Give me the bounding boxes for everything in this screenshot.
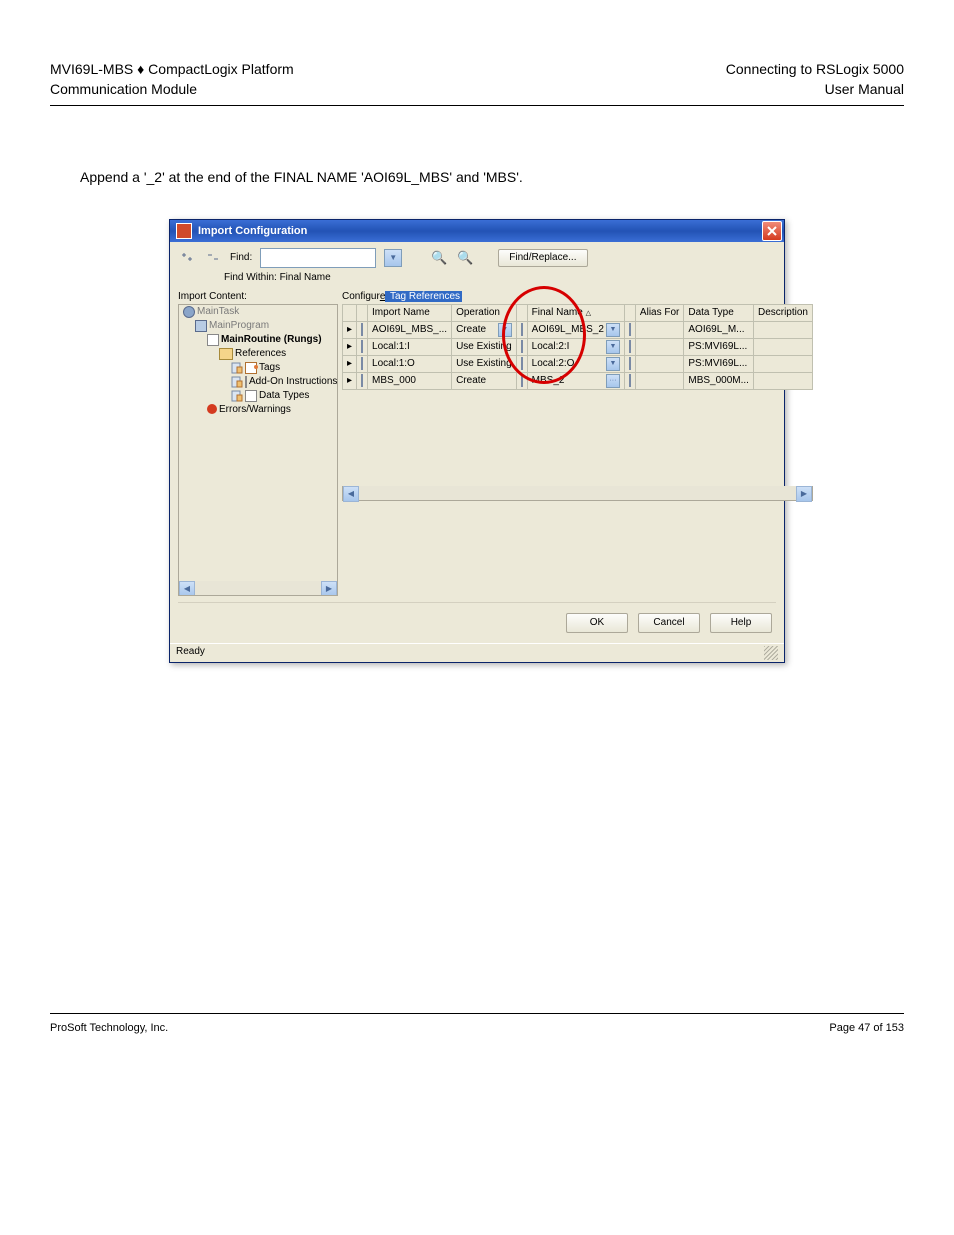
clipboard-icon (231, 376, 243, 388)
tree-scroll-right[interactable]: ▶ (321, 581, 337, 596)
clipboard-icon (231, 390, 243, 402)
find-replace-button[interactable]: Find/Replace... (498, 249, 587, 267)
row-icon (361, 323, 363, 336)
footer-right: Page 47 of 153 (829, 1022, 904, 1034)
tree-datatypes[interactable]: Data Types (229, 389, 337, 403)
configure-tag-references-label: Configure Tag References (342, 291, 813, 302)
grid-horizontal-scrollbar[interactable]: ◀ ▶ (342, 486, 813, 501)
find-label: Find: (230, 252, 252, 263)
dropdown-arrow-icon[interactable]: ▼ (498, 323, 512, 337)
tree-errors[interactable]: Errors/Warnings (205, 403, 337, 416)
tree-maintask[interactable]: MainTask (181, 305, 337, 319)
col-final-name[interactable]: Final Name △ (527, 304, 624, 321)
col-description[interactable]: Description (753, 304, 812, 321)
header-left-line1: MVI69L-MBS ♦ CompactLogix Platform (50, 60, 294, 80)
final-name-cell[interactable]: Local:2:O (532, 358, 575, 369)
col-import-name[interactable]: Import Name (368, 304, 452, 321)
close-button[interactable] (762, 221, 782, 241)
import-content-label: Import Content: (178, 291, 338, 302)
header-left-line2: Communication Module (50, 80, 294, 100)
grid-row[interactable]: ▸ Local:1:I Use Existing Local:2:I▼ PS:M… (343, 338, 813, 355)
resize-grip-icon[interactable] (764, 646, 778, 660)
datatype-icon (245, 390, 257, 402)
grid-row[interactable]: ▸ MBS_000 Create MBS_2··· MBS_000M... (343, 372, 813, 389)
tree-addon[interactable]: Add-On Instructions (229, 375, 337, 389)
collapse-all-icon[interactable] (204, 249, 222, 267)
footer-divider (50, 1013, 904, 1014)
folder-icon (219, 348, 233, 360)
grid-row[interactable]: ▸ Local:1:O Use Existing Local:2:O▼ PS:M… (343, 355, 813, 372)
find-next-icon[interactable]: 🔍 (430, 249, 448, 267)
clipboard-icon (231, 362, 243, 374)
cancel-button[interactable]: Cancel (638, 613, 700, 633)
import-content-tree[interactable]: MainTask MainProgram MainRoutine (Rungs)… (178, 304, 338, 596)
row-icon (361, 374, 363, 387)
status-text: Ready (176, 646, 205, 660)
find-dropdown-arrow[interactable]: ▼ (384, 249, 402, 267)
ok-button[interactable]: OK (566, 613, 628, 633)
dropdown-arrow-icon[interactable]: ▼ (606, 323, 620, 337)
row-icon (521, 340, 523, 353)
close-icon (767, 226, 777, 236)
final-name-cell[interactable]: AOI69L_MBS_2 (532, 324, 604, 335)
footer-left: ProSoft Technology, Inc. (50, 1022, 168, 1034)
tree-mainroutine[interactable]: MainRoutine (Rungs) (205, 333, 337, 347)
help-button[interactable]: Help (710, 613, 772, 633)
tree-mainprogram[interactable]: MainProgram (193, 319, 337, 333)
row-icon (629, 323, 631, 336)
grid-row[interactable]: ▸ AOI69L_MBS_... Create▼ AOI69L_MBS_2▼ A… (343, 321, 813, 338)
scroll-right[interactable]: ▶ (796, 486, 812, 502)
row-icon (629, 340, 631, 353)
tag-icon (245, 362, 257, 374)
tree-scroll-left[interactable]: ◀ (179, 581, 195, 596)
row-icon (521, 357, 523, 370)
row-icon (521, 374, 523, 387)
col-operation[interactable]: Operation (452, 304, 517, 321)
dialog-title: Import Configuration (198, 225, 307, 237)
find-input[interactable] (260, 248, 376, 268)
col-alias-for[interactable]: Alias For (635, 304, 683, 321)
error-icon (207, 404, 217, 414)
page-header: MVI69L-MBS ♦ CompactLogix Platform Commu… (50, 60, 904, 106)
dialog-statusbar: Ready (170, 643, 784, 662)
final-name-cell[interactable]: MBS_2 (532, 375, 565, 386)
header-right-line2: User Manual (726, 80, 904, 100)
program-icon (195, 320, 207, 332)
tree-references[interactable]: References (217, 347, 337, 361)
find-within-label: Find Within: Final Name (224, 272, 776, 283)
task-icon (183, 306, 195, 318)
col-data-type[interactable]: Data Type (684, 304, 754, 321)
instruction-text: Append a '_2' at the end of the FINAL NA… (80, 166, 874, 188)
row-icon (629, 374, 631, 387)
scroll-left[interactable]: ◀ (343, 486, 359, 502)
dialog-titlebar[interactable]: Import Configuration (170, 220, 784, 242)
import-configuration-dialog: Import Configuration Find: ▼ 🔍 🔍 (169, 219, 785, 663)
dropdown-arrow-icon[interactable]: ▼ (606, 357, 620, 371)
row-icon (521, 323, 523, 336)
tag-references-grid[interactable]: Import Name Operation Final Name △ Alias… (342, 304, 813, 390)
addon-icon (245, 376, 247, 388)
page-footer: ProSoft Technology, Inc. Page 47 of 153 (50, 1022, 904, 1054)
row-icon (361, 340, 363, 353)
row-icon (629, 357, 631, 370)
app-icon (176, 223, 192, 239)
tree-tags[interactable]: Tags (229, 361, 337, 375)
final-name-cell[interactable]: Local:2:I (532, 341, 570, 352)
dropdown-arrow-icon[interactable]: ··· (606, 374, 620, 388)
expand-all-icon[interactable] (178, 249, 196, 267)
row-icon (361, 357, 363, 370)
header-right-line1: Connecting to RSLogix 5000 (726, 60, 904, 80)
dropdown-arrow-icon[interactable]: ▼ (606, 340, 620, 354)
find-prev-icon[interactable]: 🔍 (456, 249, 474, 267)
routine-icon (207, 334, 219, 346)
